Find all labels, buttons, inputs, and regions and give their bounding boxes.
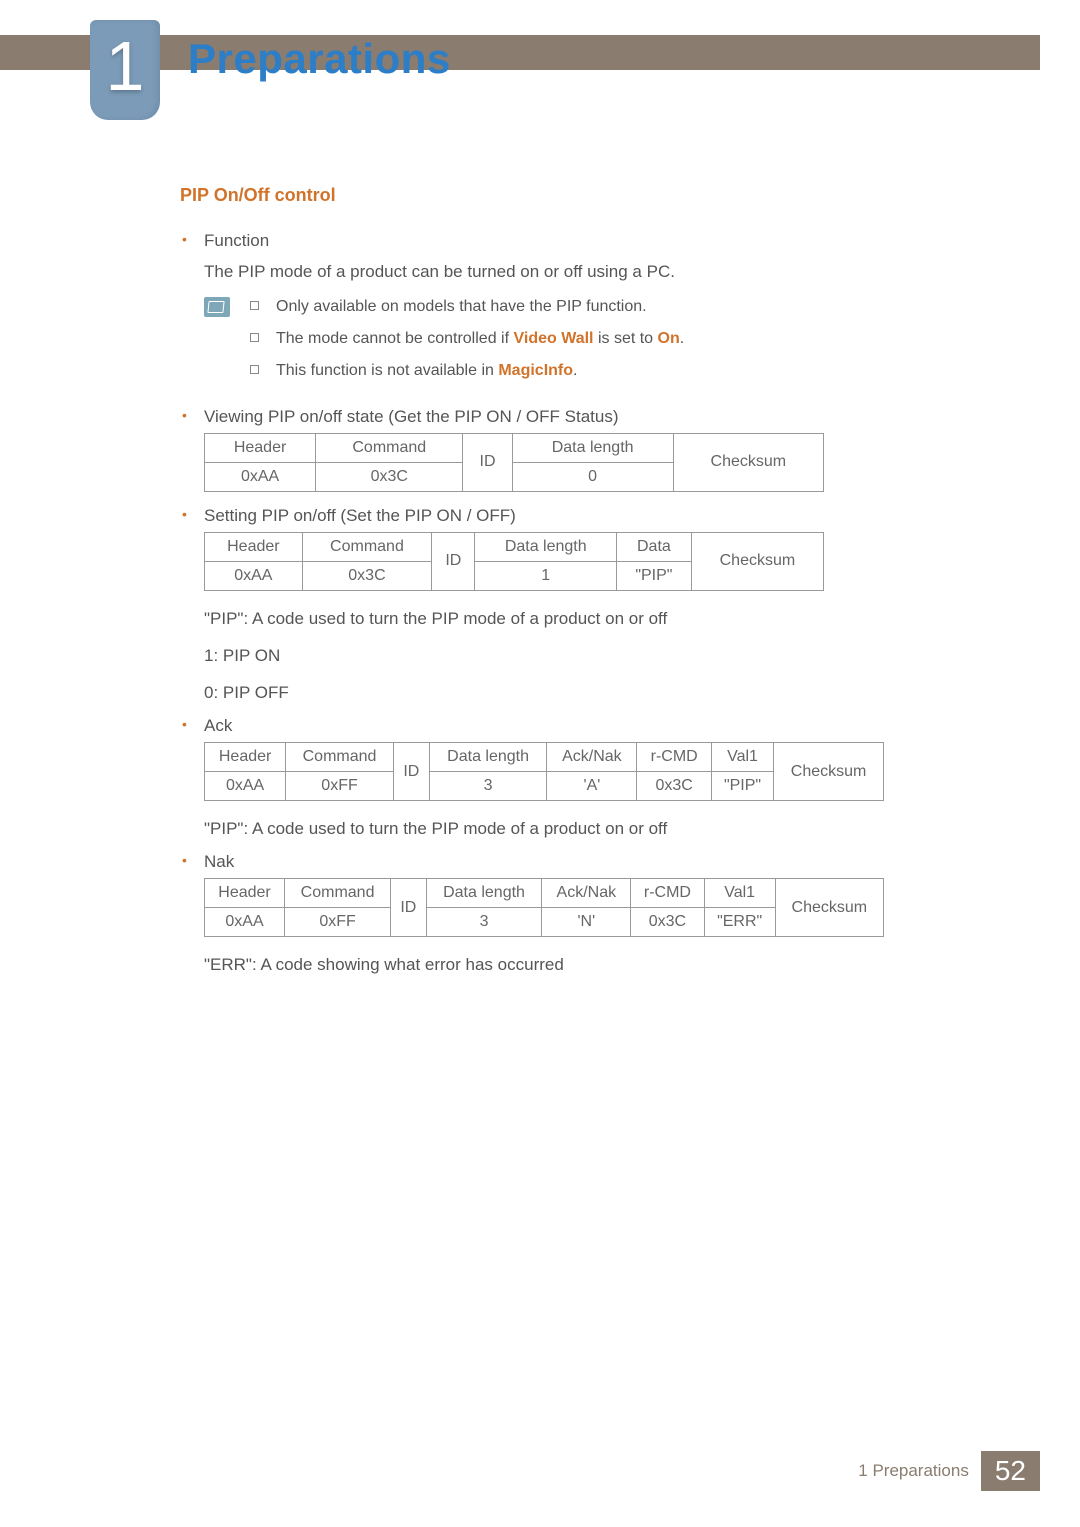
- note-item: Only available on models that have the P…: [248, 295, 684, 319]
- footer-bar: 1 Preparations 52: [846, 1451, 1040, 1491]
- ack-label: Ack: [204, 716, 232, 735]
- th-header: Header: [205, 433, 316, 462]
- table-get: Header Command ID Data length Checksum 0…: [204, 433, 824, 492]
- note-list: Only available on models that have the P…: [248, 295, 684, 391]
- td-header: 0xAA: [205, 462, 316, 491]
- pip-desc-2: "PIP": A code used to turn the PIP mode …: [204, 815, 910, 842]
- note-icon: [204, 297, 230, 317]
- viewing-label: Viewing PIP on/off state (Get the PIP ON…: [204, 407, 619, 426]
- td-command: 0x3C: [302, 561, 432, 590]
- th-id: ID: [463, 433, 512, 491]
- footer-page: 52: [981, 1451, 1040, 1491]
- th-datalen: Data length: [475, 532, 617, 561]
- th-val1: Val1: [711, 743, 773, 772]
- th-header: Header: [205, 879, 285, 908]
- chapter-number: 1: [106, 31, 145, 109]
- td-header: 0xAA: [205, 908, 285, 937]
- chapter-title: Preparations: [188, 35, 451, 83]
- pip-on: 1: PIP ON: [204, 642, 910, 669]
- th-val1: Val1: [704, 879, 775, 908]
- pip-desc: "PIP": A code used to turn the PIP mode …: [204, 605, 910, 632]
- td-header: 0xAA: [205, 772, 286, 801]
- td-header: 0xAA: [205, 561, 303, 590]
- td-val1: "ERR": [704, 908, 775, 937]
- td-acknak: 'A': [547, 772, 637, 801]
- list-item: Ack Header Command ID Data length Ack/Na…: [180, 716, 910, 842]
- th-rcmd: r-CMD: [631, 879, 704, 908]
- note-item: The mode cannot be controlled if Video W…: [248, 327, 684, 351]
- note-block: Only available on models that have the P…: [204, 295, 910, 391]
- td-command: 0xFF: [285, 908, 391, 937]
- td-datalen: 3: [429, 772, 547, 801]
- th-acknak: Ack/Nak: [542, 879, 631, 908]
- th-datalen: Data length: [426, 879, 542, 908]
- th-header: Header: [205, 743, 286, 772]
- th-id: ID: [391, 879, 426, 937]
- highlight: On: [658, 330, 680, 347]
- function-label: Function: [204, 231, 269, 250]
- th-id: ID: [393, 743, 429, 801]
- th-command: Command: [285, 879, 391, 908]
- list-item: Setting PIP on/off (Set the PIP ON / OFF…: [180, 506, 910, 707]
- th-datalen: Data length: [429, 743, 547, 772]
- function-desc: The PIP mode of a product can be turned …: [204, 259, 910, 285]
- th-checksum: Checksum: [673, 433, 823, 491]
- th-rcmd: r-CMD: [637, 743, 712, 772]
- th-checksum: Checksum: [691, 532, 823, 590]
- th-command: Command: [316, 433, 463, 462]
- list-item: Viewing PIP on/off state (Get the PIP ON…: [180, 407, 910, 492]
- th-acknak: Ack/Nak: [547, 743, 637, 772]
- th-checksum: Checksum: [774, 743, 884, 801]
- td-rcmd: 0x3C: [637, 772, 712, 801]
- note-item: This function is not available in MagicI…: [248, 359, 684, 383]
- th-id: ID: [432, 532, 475, 590]
- td-rcmd: 0x3C: [631, 908, 704, 937]
- list-item: Function The PIP mode of a product can b…: [180, 231, 910, 391]
- td-datalen: 0: [512, 462, 673, 491]
- nak-label: Nak: [204, 852, 234, 871]
- table-set: Header Command ID Data length Data Check…: [204, 532, 824, 591]
- td-val1: "PIP": [711, 772, 773, 801]
- th-command: Command: [286, 743, 394, 772]
- td-data: "PIP": [616, 561, 691, 590]
- footer-label: 1 Preparations: [846, 1451, 981, 1491]
- th-datalen: Data length: [512, 433, 673, 462]
- td-datalen: 1: [475, 561, 617, 590]
- section-title: PIP On/Off control: [180, 185, 910, 206]
- highlight: Video Wall: [513, 330, 593, 347]
- th-checksum: Checksum: [775, 879, 883, 937]
- table-ack: Header Command ID Data length Ack/Nak r-…: [204, 742, 884, 801]
- err-desc: "ERR": A code showing what error has occ…: [204, 951, 910, 978]
- td-command: 0x3C: [316, 462, 463, 491]
- setting-label: Setting PIP on/off (Set the PIP ON / OFF…: [204, 506, 516, 525]
- pip-off: 0: PIP OFF: [204, 679, 910, 706]
- highlight: MagicInfo: [498, 362, 573, 379]
- chapter-badge: 1: [90, 20, 160, 120]
- td-acknak: 'N': [542, 908, 631, 937]
- th-command: Command: [302, 532, 432, 561]
- list-item: Nak Header Command ID Data length Ack/Na…: [180, 852, 910, 978]
- main-list: Function The PIP mode of a product can b…: [180, 231, 910, 978]
- th-data: Data: [616, 532, 691, 561]
- table-nak: Header Command ID Data length Ack/Nak r-…: [204, 878, 884, 937]
- td-command: 0xFF: [286, 772, 394, 801]
- th-header: Header: [205, 532, 303, 561]
- page-content: PIP On/Off control Function The PIP mode…: [180, 185, 910, 988]
- td-datalen: 3: [426, 908, 542, 937]
